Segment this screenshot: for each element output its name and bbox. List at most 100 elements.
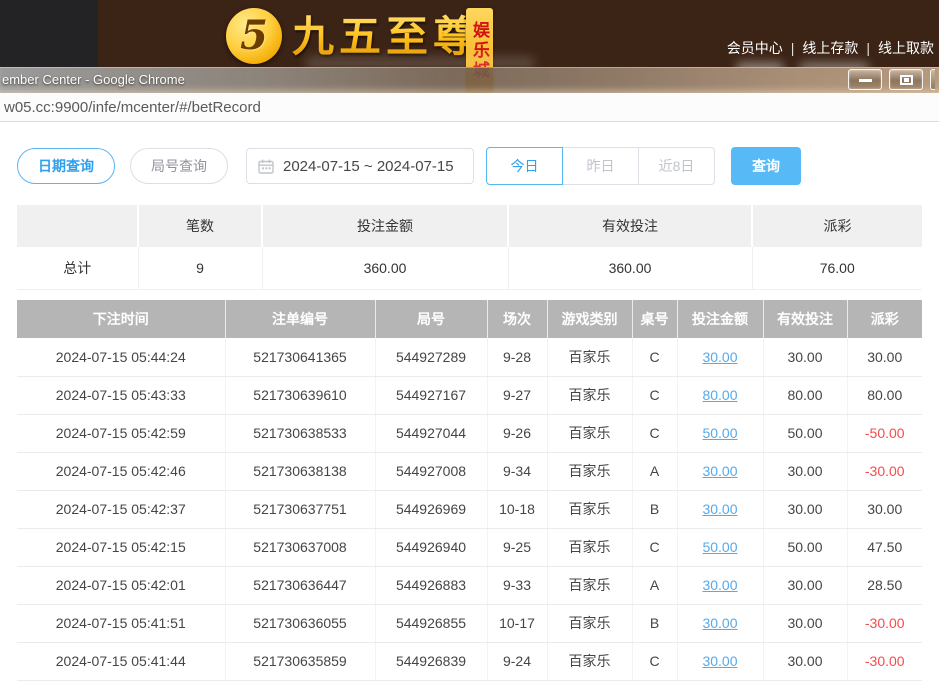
cell-order-no: 521730638533 xyxy=(225,414,375,452)
cell-valid-bet: 30.00 xyxy=(763,338,847,376)
cell-valid-bet: 30.00 xyxy=(763,566,847,604)
summary-header-blank xyxy=(17,205,138,247)
top-nav: 会员中心 | 线上存款 | 线上取款 xyxy=(727,38,934,58)
cell-bet-time: 2024-07-15 05:43:33 xyxy=(17,376,225,414)
summary-header-count: 笔数 xyxy=(138,205,262,247)
cell-valid-bet: 80.00 xyxy=(763,376,847,414)
window-title: ember Center - Google Chrome xyxy=(2,72,185,87)
cell-bet-amount: 50.00 xyxy=(677,414,763,452)
cell-order-no: 521730638138 xyxy=(225,452,375,490)
nav-member-center[interactable]: 会员中心 xyxy=(727,38,783,58)
col-bet-time: 下注时间 xyxy=(17,300,225,338)
window-title-bar[interactable]: ember Center - Google Chrome xyxy=(0,67,939,93)
quick-last8days-button[interactable]: 近8日 xyxy=(638,147,715,185)
maximize-button[interactable] xyxy=(889,69,923,90)
cell-table-no: B xyxy=(632,490,677,528)
bet-amount-link[interactable]: 30.00 xyxy=(702,349,737,365)
cell-valid-bet: 30.00 xyxy=(763,490,847,528)
cell-payout: 28.50 xyxy=(847,566,922,604)
col-bet-amount: 投注金额 xyxy=(677,300,763,338)
tab-round-query[interactable]: 局号查询 xyxy=(130,148,228,184)
cell-bet-amount: 80.00 xyxy=(677,376,763,414)
col-session: 场次 xyxy=(487,300,547,338)
cell-bet-amount: 30.00 xyxy=(677,452,763,490)
bet-row: 2024-07-15 05:42:59521730638533544927044… xyxy=(17,414,922,452)
cell-session: 10-17 xyxy=(487,604,547,642)
filter-bar: 日期查询 局号查询 2024-07-15 ~ 2024-07-15 今日 昨日 … xyxy=(17,148,801,184)
cell-round-no: 544926883 xyxy=(375,566,487,604)
cell-bet-time: 2024-07-15 05:42:01 xyxy=(17,566,225,604)
bet-row: 2024-07-15 05:42:46521730638138544927008… xyxy=(17,452,922,490)
cell-round-no: 544927289 xyxy=(375,338,487,376)
tab-date-query[interactable]: 日期查询 xyxy=(17,148,115,184)
col-table-no: 桌号 xyxy=(632,300,677,338)
cell-session: 9-26 xyxy=(487,414,547,452)
summary-payout-value: 76.00 xyxy=(752,247,922,289)
quick-today-button[interactable]: 今日 xyxy=(486,147,563,185)
cell-valid-bet: 30.00 xyxy=(763,452,847,490)
col-order-no: 注单编号 xyxy=(225,300,375,338)
cell-table-no: C xyxy=(632,338,677,376)
bet-row: 2024-07-15 05:44:24521730641365544927289… xyxy=(17,338,922,376)
bet-table-body: 2024-07-15 05:44:24521730641365544927289… xyxy=(17,338,922,680)
bet-row: 2024-07-15 05:42:01521730636447544926883… xyxy=(17,566,922,604)
logo-95-icon: 5 xyxy=(226,8,282,64)
cell-bet-time: 2024-07-15 05:42:37 xyxy=(17,490,225,528)
cell-session: 9-27 xyxy=(487,376,547,414)
cell-game-type: 百家乐 xyxy=(547,414,632,452)
screen: 5 九五至尊 娱乐城 会员中心 | 线上存款 | 线上取款 ember Cent… xyxy=(0,0,939,688)
bet-amount-link[interactable]: 30.00 xyxy=(702,615,737,631)
quick-yesterday-button[interactable]: 昨日 xyxy=(562,147,639,185)
cell-table-no: C xyxy=(632,376,677,414)
cell-payout: -50.00 xyxy=(847,414,922,452)
nav-online-withdraw[interactable]: 线上取款 xyxy=(878,38,934,58)
cell-payout: 80.00 xyxy=(847,376,922,414)
cell-game-type: 百家乐 xyxy=(547,376,632,414)
bet-row: 2024-07-15 05:42:37521730637751544926969… xyxy=(17,490,922,528)
cell-order-no: 521730636055 xyxy=(225,604,375,642)
cell-round-no: 544926839 xyxy=(375,642,487,680)
close-button[interactable] xyxy=(930,69,935,90)
window-controls xyxy=(848,69,935,90)
cell-bet-amount: 30.00 xyxy=(677,566,763,604)
cell-bet-time: 2024-07-15 05:41:51 xyxy=(17,604,225,642)
cell-order-no: 521730635859 xyxy=(225,642,375,680)
logo-title: 九五至尊 xyxy=(292,3,480,64)
bet-amount-link[interactable]: 30.00 xyxy=(702,463,737,479)
bet-table-header-row: 下注时间 注单编号 局号 场次 游戏类别 桌号 投注金额 有效投注 派彩 xyxy=(17,300,922,338)
cell-payout: 30.00 xyxy=(847,490,922,528)
quick-range-group: 今日 昨日 近8日 xyxy=(486,147,715,185)
summary-total-row: 总计 9 360.00 360.00 76.00 xyxy=(17,247,922,289)
col-valid-bet: 有效投注 xyxy=(763,300,847,338)
cell-table-no: A xyxy=(632,566,677,604)
query-button[interactable]: 查询 xyxy=(731,147,801,185)
cell-table-no: C xyxy=(632,642,677,680)
url-bar[interactable]: w05.cc:9900/infe/mcenter/#/betRecord xyxy=(0,93,939,122)
minimize-button[interactable] xyxy=(848,69,882,90)
cell-game-type: 百家乐 xyxy=(547,566,632,604)
cell-game-type: 百家乐 xyxy=(547,528,632,566)
bet-amount-link[interactable]: 30.00 xyxy=(702,653,737,669)
cell-valid-bet: 30.00 xyxy=(763,642,847,680)
date-range-input[interactable]: 2024-07-15 ~ 2024-07-15 xyxy=(246,148,474,184)
cell-round-no: 544926969 xyxy=(375,490,487,528)
col-game-type: 游戏类别 xyxy=(547,300,632,338)
bet-amount-link[interactable]: 80.00 xyxy=(702,387,737,403)
nav-online-deposit[interactable]: 线上存款 xyxy=(802,38,858,58)
cell-game-type: 百家乐 xyxy=(547,452,632,490)
summary-bet-amount-value: 360.00 xyxy=(262,247,508,289)
cell-session: 10-18 xyxy=(487,490,547,528)
bet-amount-link[interactable]: 30.00 xyxy=(702,501,737,517)
bet-amount-link[interactable]: 50.00 xyxy=(702,425,737,441)
cell-bet-amount: 30.00 xyxy=(677,490,763,528)
bet-row: 2024-07-15 05:42:15521730637008544926940… xyxy=(17,528,922,566)
minimize-icon xyxy=(859,79,872,82)
cell-order-no: 521730637751 xyxy=(225,490,375,528)
cell-bet-time: 2024-07-15 05:44:24 xyxy=(17,338,225,376)
bet-amount-link[interactable]: 30.00 xyxy=(702,577,737,593)
cell-bet-time: 2024-07-15 05:42:46 xyxy=(17,452,225,490)
calendar-icon xyxy=(258,159,274,174)
cell-payout: 30.00 xyxy=(847,338,922,376)
nav-separator: | xyxy=(791,40,795,56)
bet-amount-link[interactable]: 50.00 xyxy=(702,539,737,555)
